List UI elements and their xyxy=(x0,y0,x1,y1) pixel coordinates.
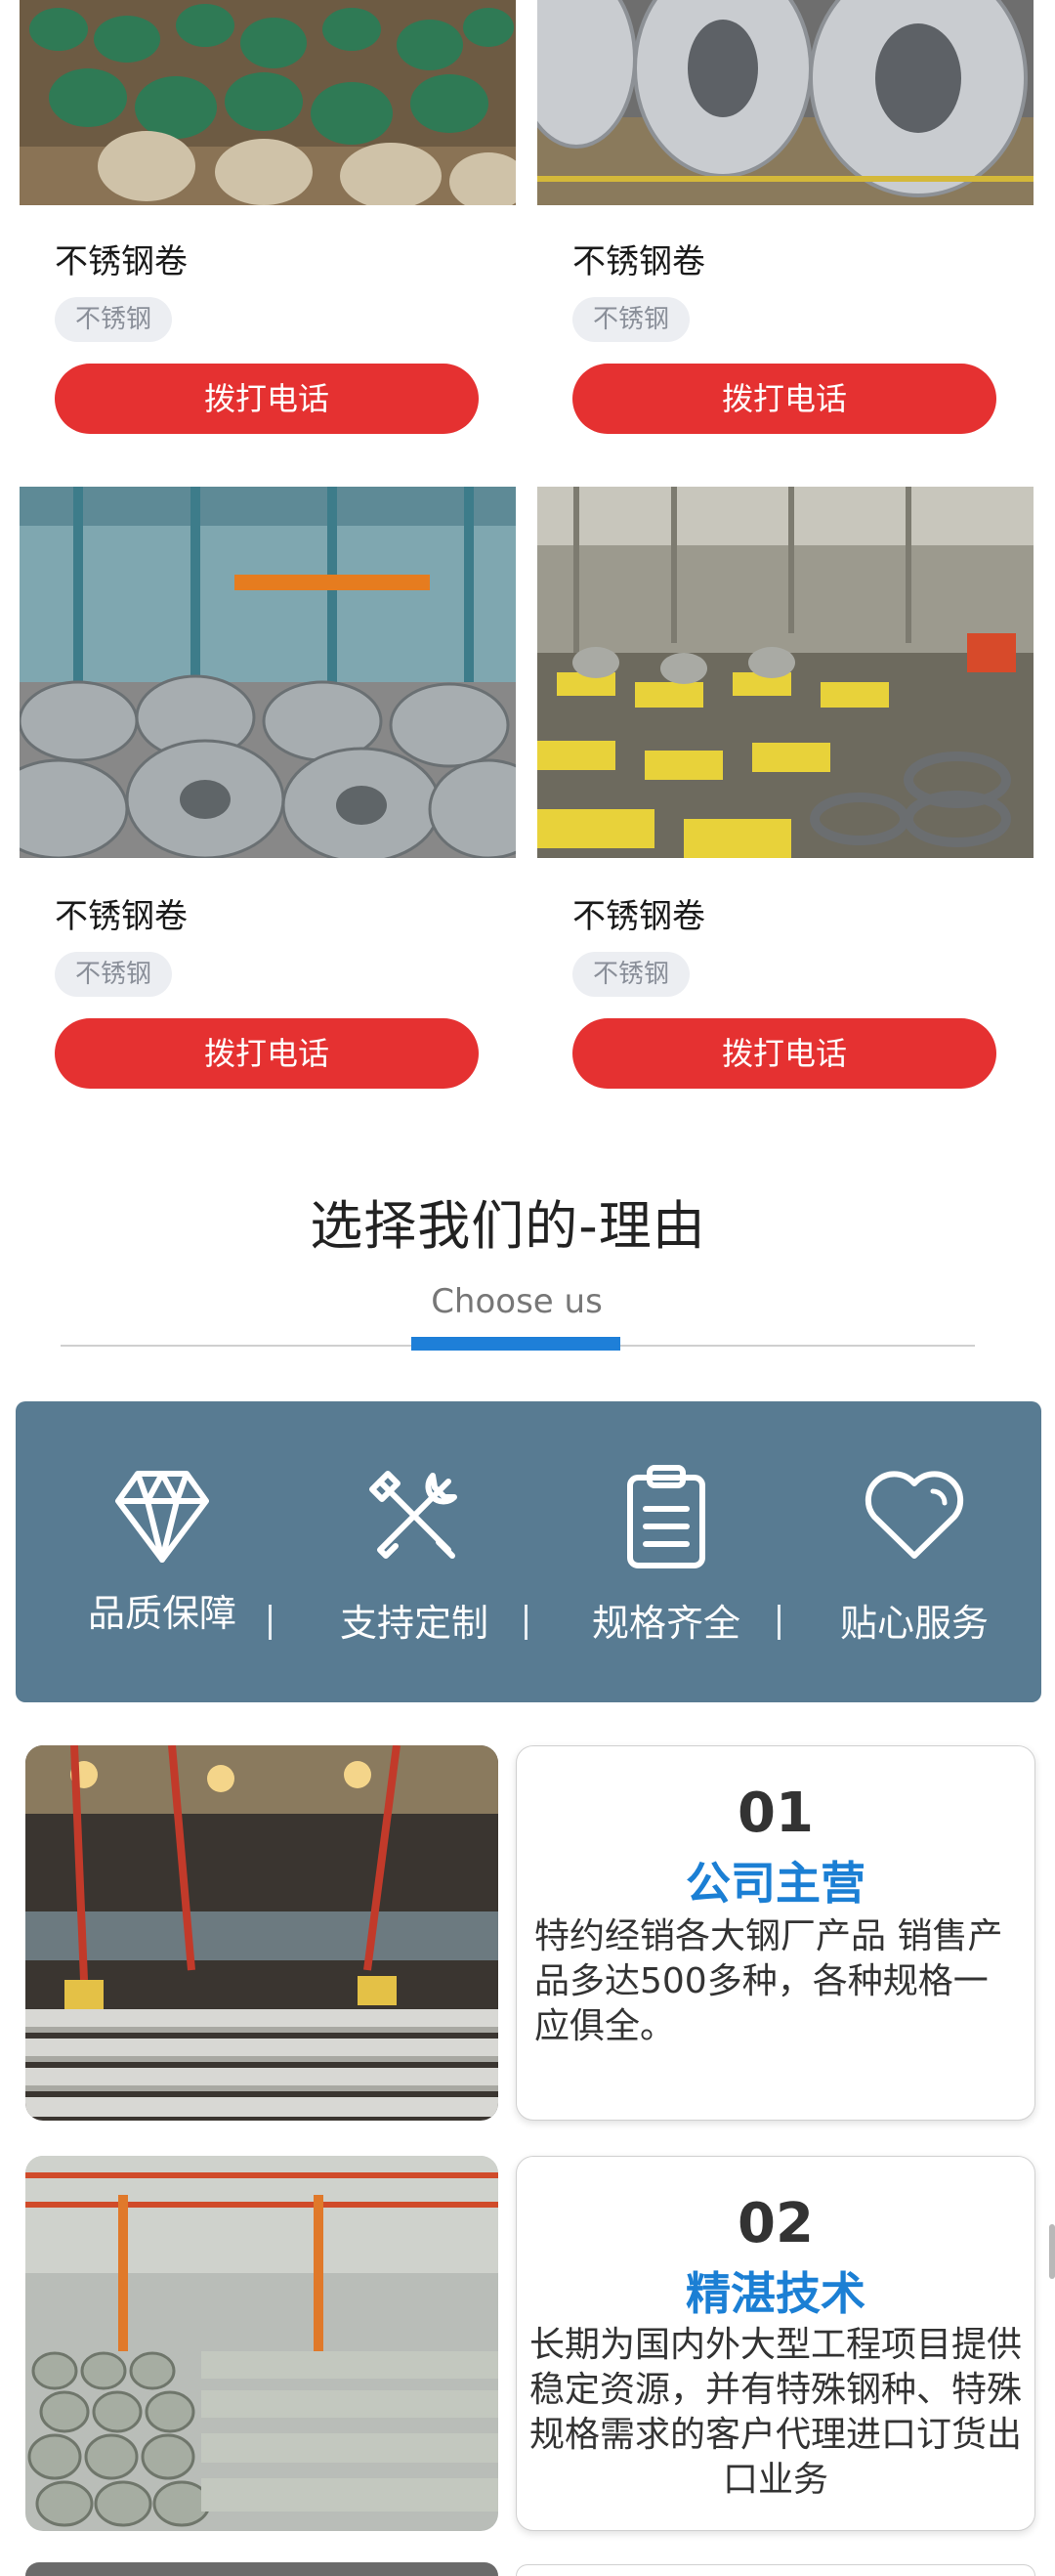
product-card[interactable]: 不锈钢卷 不锈钢 拨打电话 xyxy=(537,0,1034,434)
heart-icon xyxy=(865,1471,964,1559)
feature-heading: 精湛技术 xyxy=(686,2267,865,2320)
call-button[interactable]: 拨打电话 xyxy=(55,1018,479,1089)
product-card[interactable]: 不锈钢卷 不锈钢 拨打电话 xyxy=(20,487,516,1089)
product-title[interactable]: 不锈钢卷 xyxy=(572,235,705,282)
reason-separator xyxy=(269,1605,272,1640)
feature-card: 01 公司主营 特约经销各大钢厂产品 销售产品多达500多种，各种规格一应俱全。 xyxy=(516,1745,1035,2121)
feature-description: 特约经销各大钢厂产品 销售产品多达500多种，各种规格一应俱全。 xyxy=(534,1916,1003,2046)
next-feature-image-edge xyxy=(25,2562,498,2576)
feature-image xyxy=(25,2156,498,2531)
reason-specs: 规格齐全 xyxy=(539,1401,793,1702)
product-image[interactable] xyxy=(20,0,516,205)
diamond-icon xyxy=(115,1471,209,1563)
section-divider-accent xyxy=(411,1337,620,1351)
section-title: 选择我们的-理由 xyxy=(310,1195,706,1257)
product-title[interactable]: 不锈钢卷 xyxy=(55,889,188,937)
reason-separator xyxy=(778,1605,781,1640)
clipboard-icon xyxy=(627,1465,705,1568)
product-tag: 不锈钢 xyxy=(572,952,690,997)
reason-label: 支持定制 xyxy=(339,1602,488,1645)
feature-number: 01 xyxy=(738,1782,814,1845)
product-tag: 不锈钢 xyxy=(572,297,690,342)
product-image[interactable] xyxy=(537,0,1034,205)
call-button[interactable]: 拨打电话 xyxy=(572,364,996,434)
reason-label: 规格齐全 xyxy=(591,1602,740,1645)
scrollbar[interactable] xyxy=(1049,2224,1055,2279)
reason-custom: 支持定制 xyxy=(287,1401,541,1702)
product-image[interactable] xyxy=(20,487,516,858)
reason-label: 品质保障 xyxy=(87,1592,236,1635)
reason-label: 贴心服务 xyxy=(839,1602,989,1645)
reason-separator xyxy=(525,1605,528,1640)
feature-image xyxy=(25,1745,498,2121)
feature-heading: 公司主营 xyxy=(686,1857,865,1910)
reason-quality: 品质保障 xyxy=(35,1401,289,1702)
next-feature-card-edge xyxy=(516,2564,1035,2576)
feature-card: 02 精湛技术 长期为国内外大型工程项目提供稳定资源，并有特殊钢种、特殊规格需求… xyxy=(516,2156,1035,2531)
feature-number: 02 xyxy=(738,2192,814,2255)
reasons-bar: 品质保障 支持定制 规格齐全 贴心服务 xyxy=(16,1401,1041,1702)
product-title[interactable]: 不锈钢卷 xyxy=(572,889,705,937)
call-button[interactable]: 拨打电话 xyxy=(572,1018,996,1089)
call-button[interactable]: 拨打电话 xyxy=(55,364,479,434)
product-card[interactable]: 不锈钢卷 不锈钢 拨打电话 xyxy=(537,487,1034,1089)
product-card[interactable]: 不锈钢卷 不锈钢 拨打电话 xyxy=(20,0,516,434)
product-image[interactable] xyxy=(537,487,1034,858)
product-tag: 不锈钢 xyxy=(55,297,172,342)
product-tag: 不锈钢 xyxy=(55,952,172,997)
tools-icon xyxy=(369,1471,457,1559)
reason-service: 贴心服务 xyxy=(787,1401,1041,1702)
product-title[interactable]: 不锈钢卷 xyxy=(55,235,188,282)
section-subtitle: Choose us xyxy=(431,1282,603,1321)
feature-description: 长期为国内外大型工程项目提供稳定资源，并有特殊钢种、特殊规格需求的客户代理进口订… xyxy=(528,2325,1022,2500)
